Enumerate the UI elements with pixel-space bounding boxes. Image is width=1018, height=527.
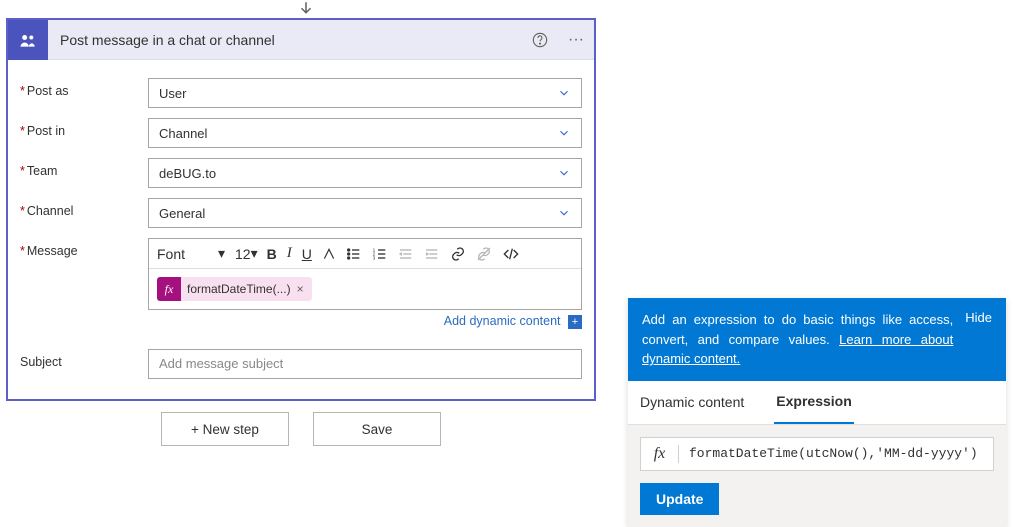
card-header[interactable]: Post message in a chat or channel ··· [8,20,594,60]
italic-button[interactable]: I [282,239,297,268]
font-family-select[interactable]: Font ▾ [151,239,231,268]
label-team: *Team [20,158,148,178]
panel-banner: Add an expression to do basic things lik… [628,298,1006,381]
card-title: Post message in a chat or channel [48,32,522,48]
remove-pill-icon[interactable]: × [297,282,304,296]
dynamic-content-panel: Add an expression to do basic things lik… [628,298,1006,527]
chevron-down-icon [557,86,571,100]
expression-input[interactable]: fx formatDateTime(utcNow(),'MM-dd-yyyy') [640,437,994,471]
select-channel-value: General [159,206,205,221]
select-channel[interactable]: General [148,198,582,228]
label-post-in: *Post in [20,118,148,138]
label-channel: *Channel [20,198,148,218]
chevron-down-icon [557,126,571,140]
bulleted-list-button[interactable] [341,239,367,268]
new-step-button[interactable]: + New step [161,412,289,446]
plus-icon[interactable]: + [568,315,582,329]
action-card: Post message in a chat or channel ··· *P… [6,18,596,401]
expression-text[interactable]: formatDateTime(utcNow(),'MM-dd-yyyy') [679,446,993,461]
tab-expression[interactable]: Expression [774,381,853,424]
outdent-button[interactable] [393,239,419,268]
message-body[interactable]: fx formatDateTime(...) × [149,269,581,309]
code-view-button[interactable] [497,239,525,268]
caret-down-icon: ▾ [218,245,225,262]
font-color-button[interactable] [317,239,341,268]
update-button[interactable]: Update [640,483,719,515]
hide-banner-button[interactable]: Hide [965,310,992,369]
underline-button[interactable]: U [297,239,317,268]
label-message: *Message [20,238,148,258]
select-post-as-value: User [159,86,186,101]
subject-input[interactable] [148,349,582,379]
select-post-in[interactable]: Channel [148,118,582,148]
chevron-down-icon [557,166,571,180]
teams-icon [8,20,48,60]
label-subject: Subject [20,349,148,369]
fx-icon: fx [641,445,679,463]
unlink-button[interactable] [471,239,497,268]
select-post-as[interactable]: User [148,78,582,108]
label-post-as: *Post as [20,78,148,98]
add-dynamic-content-link[interactable]: Add dynamic content [444,314,561,328]
numbered-list-button[interactable]: 123 [367,239,393,268]
rich-text-toolbar: Font ▾ 12 ▾ B I U [149,239,581,269]
tab-dynamic-content[interactable]: Dynamic content [638,381,746,424]
help-icon[interactable] [522,32,558,48]
chevron-down-icon [557,206,571,220]
caret-down-icon: ▾ [251,245,258,262]
message-field[interactable]: Font ▾ 12 ▾ B I U [148,238,582,310]
svg-text:3: 3 [373,255,376,260]
expression-pill[interactable]: fx formatDateTime(...) × [157,277,312,301]
fx-icon: fx [157,277,181,301]
select-team-value: deBUG.to [159,166,216,181]
expression-pill-text: formatDateTime(...) [187,282,291,296]
font-size-select[interactable]: 12 ▾ [231,239,262,268]
indent-button[interactable] [419,239,445,268]
link-button[interactable] [445,239,471,268]
select-post-in-value: Channel [159,126,207,141]
flow-arrow-down-icon [297,0,315,18]
more-icon[interactable]: ··· [558,31,594,49]
save-button[interactable]: Save [313,412,441,446]
select-team[interactable]: deBUG.to [148,158,582,188]
bold-button[interactable]: B [262,239,282,268]
